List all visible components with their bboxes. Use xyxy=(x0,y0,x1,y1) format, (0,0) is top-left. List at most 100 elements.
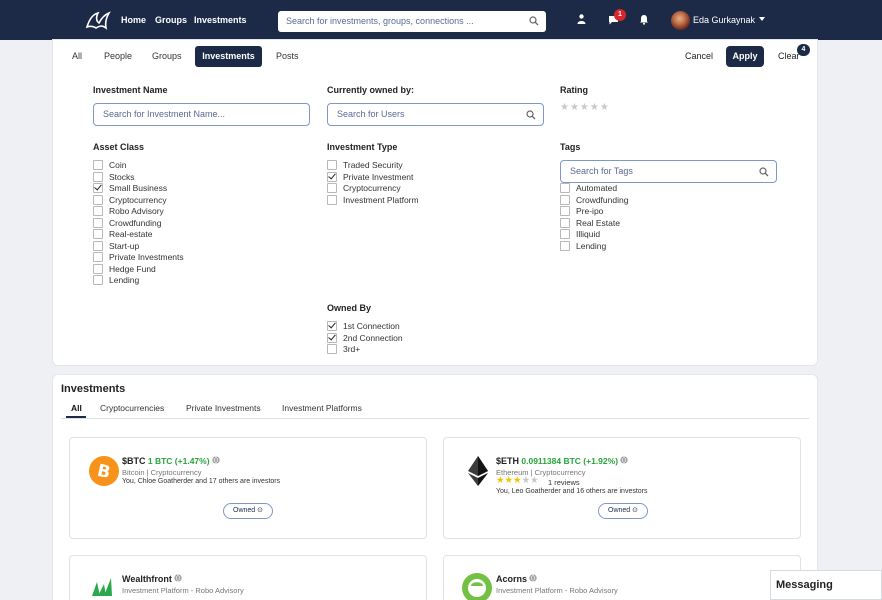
global-search-placeholder: Search for investments, groups, connecti… xyxy=(286,16,474,26)
checkbox-box[interactable] xyxy=(93,240,103,251)
checkbox-box[interactable] xyxy=(327,321,337,331)
investment-title-eth[interactable]: $ETH 0.0911384 BTC (+1.92%) xyxy=(496,456,629,466)
reviews-count-eth[interactable]: 1 reviews xyxy=(548,478,580,487)
subtab-all[interactable]: All xyxy=(71,403,82,413)
search-icon[interactable] xyxy=(529,16,539,26)
checkbox-asset-class-stocks[interactable]: Stocks xyxy=(93,171,135,183)
checkbox-box[interactable] xyxy=(93,275,103,285)
checkbox-asset-class-coin[interactable]: Coin xyxy=(93,160,126,171)
checkbox-tags-crowdfunding[interactable]: Crowdfunding xyxy=(560,194,629,206)
apply-button[interactable]: Apply xyxy=(726,46,764,67)
user-name[interactable]: Eda Gurkaynak xyxy=(693,15,755,25)
nav-groups-link[interactable]: Groups xyxy=(155,15,187,25)
checkbox-tags-real-estate[interactable]: Real Estate xyxy=(560,217,620,229)
chevron-down-icon[interactable] xyxy=(759,17,765,21)
checkbox-label: Lending xyxy=(109,275,140,285)
checkbox-box[interactable] xyxy=(560,217,570,228)
clear-button[interactable]: Clear xyxy=(778,51,800,61)
checkbox-box[interactable] xyxy=(93,160,103,170)
checkbox-tags-automated[interactable]: Automated xyxy=(560,183,617,194)
checkbox-label: Hedge Fund xyxy=(109,263,156,274)
checkbox-asset-class-private-investments[interactable]: Private Investments xyxy=(93,252,184,263)
investment-name-input[interactable]: Search for Investment Name... xyxy=(93,103,310,126)
checkbox-asset-class-crowdfunding[interactable]: Crowdfunding xyxy=(93,217,161,229)
checkbox-asset-class-robo-advisory[interactable]: Robo Advisory xyxy=(93,206,164,217)
owned-badge-btc[interactable]: Owned ⊙ xyxy=(223,503,273,519)
checkbox-owned-by-2nd-connection[interactable]: 2nd Connection xyxy=(327,332,403,344)
owned-by-users-input[interactable]: Search for Users xyxy=(327,103,544,126)
checkbox-investment-type-investment-platform[interactable]: Investment Platform xyxy=(327,194,419,206)
user-avatar[interactable] xyxy=(671,11,690,30)
checkbox-box[interactable] xyxy=(560,229,570,239)
tab-posts[interactable]: Posts xyxy=(276,51,299,61)
investment-title-acorns[interactable]: Acorns xyxy=(496,574,537,584)
checkbox-tags-pre-ipo[interactable]: Pre-ipo xyxy=(560,206,603,217)
person-icon[interactable] xyxy=(577,14,586,24)
subtab-private-investments[interactable]: Private Investments xyxy=(186,403,261,413)
checkbox-label: Crowdfunding xyxy=(576,194,629,205)
checkbox-box[interactable] xyxy=(327,332,337,343)
checkbox-asset-class-cryptocurrency[interactable]: Cryptocurrency xyxy=(93,194,167,206)
cancel-button[interactable]: Cancel xyxy=(685,51,713,61)
checkbox-owned-by-3rd[interactable]: 3rd+ xyxy=(327,344,360,355)
checkbox-tags-illiquid[interactable]: Illiquid xyxy=(560,229,600,240)
checkbox-box[interactable] xyxy=(93,206,103,216)
investment-name-placeholder: Search for Investment Name... xyxy=(103,109,226,119)
brand-logo-icon[interactable] xyxy=(84,9,112,31)
checkbox-box[interactable] xyxy=(93,263,103,274)
checkbox-box[interactable] xyxy=(327,171,337,182)
checkbox-asset-class-lending[interactable]: Lending xyxy=(93,275,139,286)
tab-all[interactable]: All xyxy=(72,51,82,61)
globe-icon xyxy=(174,574,182,582)
checkbox-label: 2nd Connection xyxy=(343,332,403,343)
messaging-panel-toggle[interactable]: Messaging xyxy=(770,570,882,600)
nav-home-link[interactable]: Home xyxy=(121,15,146,25)
checkbox-box[interactable] xyxy=(93,183,103,193)
checkbox-box[interactable] xyxy=(327,183,337,193)
investment-price-eth: 0.0911384 BTC (+1.92%) xyxy=(521,456,619,466)
investment-name-eth: $ETH xyxy=(496,456,520,466)
checkbox-box[interactable] xyxy=(93,217,103,228)
checkbox-box[interactable] xyxy=(93,252,103,262)
checkbox-owned-by-1st-connection[interactable]: 1st Connection xyxy=(327,321,400,332)
checkbox-investment-type-cryptocurrency[interactable]: Cryptocurrency xyxy=(327,183,401,194)
bell-icon[interactable] xyxy=(639,14,649,25)
investment-card-btc[interactable] xyxy=(69,437,427,539)
global-search-input[interactable]: Search for investments, groups, connecti… xyxy=(278,11,546,32)
subtab-cryptocurrencies[interactable]: Cryptocurrencies xyxy=(100,403,164,413)
checkbox-investment-type-traded-security[interactable]: Traded Security xyxy=(327,160,403,171)
checkbox-box[interactable] xyxy=(93,171,103,182)
checkbox-box[interactable] xyxy=(327,344,337,354)
rating-stars[interactable]: ★★★★★ xyxy=(560,102,610,113)
checkbox-asset-class-start-up[interactable]: Start-up xyxy=(93,240,139,252)
checkbox-box[interactable] xyxy=(560,183,570,193)
checkbox-box[interactable] xyxy=(327,194,337,205)
checkbox-label: Traded Security xyxy=(343,160,403,170)
checkbox-investment-type-private-investment[interactable]: Private Investment xyxy=(327,171,413,183)
tags-search-input[interactable]: Search for Tags xyxy=(560,160,777,183)
checkbox-box[interactable] xyxy=(560,206,570,216)
tab-people[interactable]: People xyxy=(104,51,132,61)
owned-badge-eth[interactable]: Owned ⊙ xyxy=(598,503,648,519)
investment-category-btc: Bitcoin | Cryptocurrency xyxy=(122,468,202,477)
search-icon[interactable] xyxy=(759,167,769,177)
checkbox-box[interactable] xyxy=(560,194,570,205)
checkbox-box[interactable] xyxy=(560,240,570,251)
checkbox-box[interactable] xyxy=(93,229,103,239)
investment-title-wealthfront[interactable]: Wealthfront xyxy=(122,574,182,584)
checkbox-box[interactable] xyxy=(327,160,337,170)
checkbox-tags-lending[interactable]: Lending xyxy=(560,240,606,252)
checkbox-asset-class-real-estate[interactable]: Real-estate xyxy=(93,229,152,240)
investment-category-acorns: Investment Platform - Robo Advisory xyxy=(496,586,618,595)
checkbox-asset-class-hedge-fund[interactable]: Hedge Fund xyxy=(93,263,156,275)
checkbox-asset-class-small-business[interactable]: Small Business xyxy=(93,183,167,194)
nav-investments-link[interactable]: Investments xyxy=(194,15,247,25)
investment-title-btc[interactable]: $BTC 1 BTC (+1.47%) xyxy=(122,456,220,466)
search-icon[interactable] xyxy=(526,110,536,120)
tab-investments[interactable]: Investments xyxy=(195,46,262,67)
subtab-investment-platforms[interactable]: Investment Platforms xyxy=(282,403,362,413)
tab-groups[interactable]: Groups xyxy=(152,51,182,61)
investment-price-btc: 1 BTC (+1.47%) xyxy=(147,456,210,466)
checkbox-box[interactable] xyxy=(93,194,103,205)
checkbox-label: Automated xyxy=(576,183,618,193)
